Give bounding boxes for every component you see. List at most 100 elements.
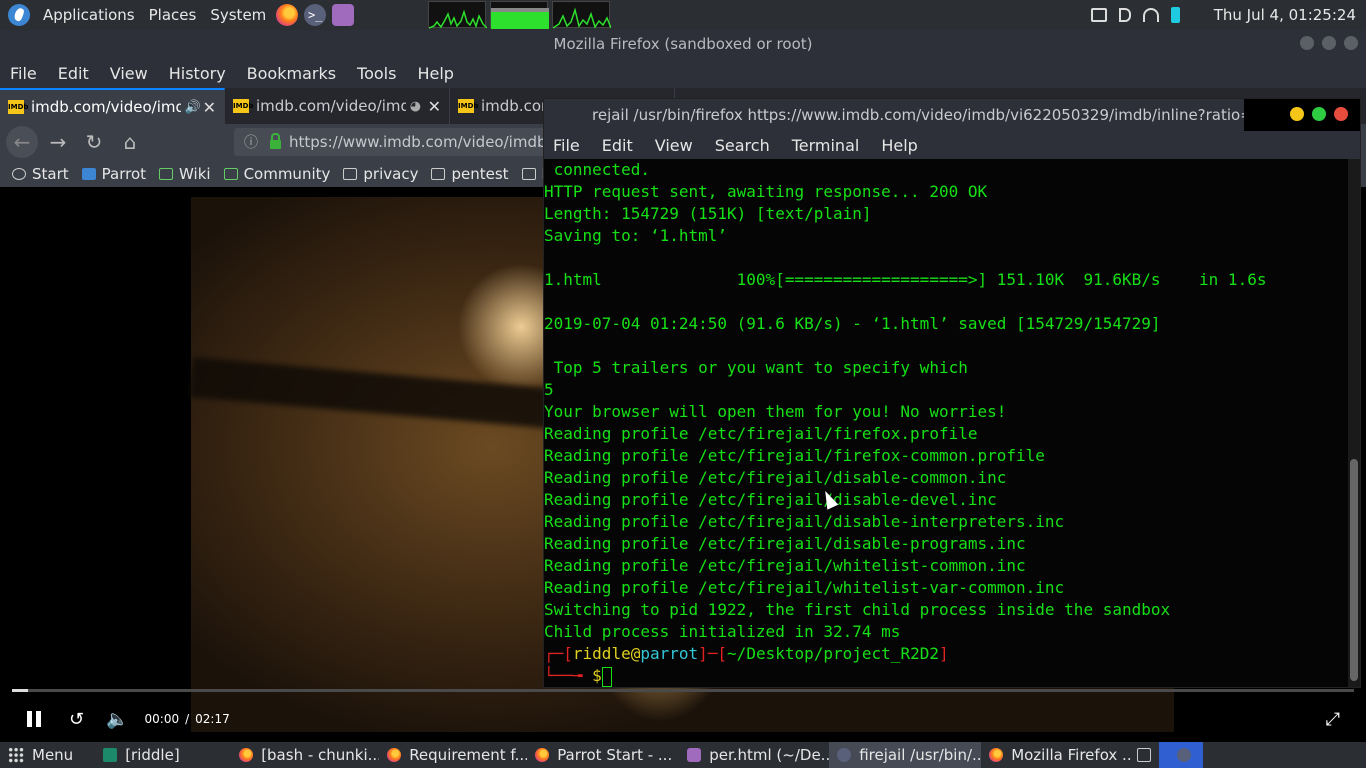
- taskbar-menu-button[interactable]: Menu: [0, 742, 81, 768]
- taskbar-item-parrot-start[interactable]: Parrot Start - ...: [527, 742, 679, 768]
- terminal-launcher-icon[interactable]: >_: [304, 4, 327, 26]
- folder-icon: [343, 167, 358, 180]
- terminal-output[interactable]: connected. HTTP request sent, awaiting r…: [544, 159, 1350, 687]
- prompt-path: ~/Desktop/project_R2D2: [727, 644, 939, 663]
- prompt-user: riddle: [572, 644, 631, 663]
- terminal-cursor[interactable]: [601, 666, 612, 687]
- menu-edit[interactable]: Edit: [58, 64, 89, 83]
- firefox-launcher-icon[interactable]: [276, 4, 299, 26]
- places-menu[interactable]: Places: [142, 0, 204, 30]
- reload-button[interactable]: ↻: [78, 126, 110, 158]
- display-icon[interactable]: [1090, 8, 1107, 22]
- tab-title: imdb.com/video/imdb/vi622050329/imdb/inl…: [31, 98, 181, 116]
- minimize-button[interactable]: [1300, 36, 1314, 50]
- bookmark-folder-pentest[interactable]: pentest: [431, 165, 509, 183]
- info-icon[interactable]: ⓘ: [244, 132, 258, 152]
- wifi-icon[interactable]: [1142, 8, 1159, 22]
- terminal-line: connected.: [544, 160, 650, 179]
- imdb-favicon-icon: IMDb: [8, 100, 28, 114]
- text-editor-launcher-icon[interactable]: [332, 4, 355, 26]
- pause-button[interactable]: [27, 711, 41, 727]
- maximize-button[interactable]: [1322, 36, 1336, 50]
- speaker-icon[interactable]: 🔊: [185, 100, 201, 115]
- workspace-switcher[interactable]: [1133, 742, 1159, 768]
- terminal-scrollbar[interactable]: [1348, 159, 1360, 687]
- menu-bookmarks[interactable]: Bookmarks: [247, 64, 336, 83]
- taskbar-item-label: Parrot Start - ...: [557, 746, 673, 764]
- terminal-line: Child process initialized in 32.74 ms: [544, 622, 901, 641]
- terminal-menu-terminal[interactable]: Terminal: [792, 136, 860, 155]
- folder-icon: [103, 748, 118, 762]
- terminal-scroll-thumb[interactable]: [1350, 459, 1358, 681]
- workspace-active[interactable]: [1159, 742, 1204, 768]
- prompt-line: ┌─[riddle@parrot]─[~/Desktop/project_R2D…: [544, 644, 949, 663]
- terminal-maximize-button[interactable]: [1312, 107, 1326, 121]
- terminal-menu-help[interactable]: Help: [881, 136, 917, 155]
- terminal-menu-search[interactable]: Search: [715, 136, 770, 155]
- back-button[interactable]: ←: [6, 126, 38, 158]
- video-controls: ↺ 🔈 00:00 / 02:17 ⤢: [0, 705, 1366, 732]
- bookmark-wiki[interactable]: Wiki: [159, 165, 211, 183]
- terminal-menu-edit[interactable]: Edit: [602, 136, 633, 155]
- replay-10-icon[interactable]: ↺: [69, 709, 84, 730]
- close-button[interactable]: [1344, 36, 1358, 50]
- terminal-line: Reading profile /etc/firejail/whitelist-…: [544, 578, 1065, 597]
- bookmark-start[interactable]: Start: [12, 165, 69, 183]
- parrot-logo-icon[interactable]: [8, 4, 30, 26]
- taskbar-item-riddle[interactable]: [riddle]: [81, 742, 231, 768]
- menu-help[interactable]: Help: [417, 64, 453, 83]
- volume-button[interactable]: 🔈: [106, 709, 128, 730]
- prompt-symbol: $: [592, 666, 602, 685]
- taskbar-item-firefox[interactable]: Mozilla Firefox ...: [981, 742, 1133, 768]
- clock[interactable]: Thu Jul 4, 01:25:24: [1214, 6, 1356, 24]
- forward-button[interactable]: →: [42, 126, 74, 158]
- taskbar-item-label: per.html (~/De...: [709, 746, 830, 764]
- terminal-menu-file[interactable]: File: [553, 136, 580, 155]
- home-button[interactable]: ⌂: [114, 126, 146, 158]
- menu-history[interactable]: History: [169, 64, 226, 83]
- terminal-window[interactable]: rejail /usr/bin/firefox https://www.imdb…: [543, 98, 1361, 688]
- taskbar-item-requirement[interactable]: Requirement f...: [379, 742, 527, 768]
- taskbar-item-bash[interactable]: [bash - chunki...: [231, 742, 379, 768]
- bookmark-label: Community: [243, 164, 331, 183]
- taskbar-item-label: [riddle]: [125, 746, 180, 764]
- terminal-line: 1.html 100%[===================>] 151.10…: [544, 270, 1267, 289]
- tab-close-icon[interactable]: ✕: [203, 98, 216, 117]
- terminal-minimize-button[interactable]: [1290, 107, 1304, 121]
- firefox-icon: [535, 748, 550, 762]
- prompt-host: parrot: [640, 644, 699, 663]
- menu-file[interactable]: File: [10, 64, 37, 83]
- terminal-close-button[interactable]: [1334, 107, 1348, 121]
- bookmark-parrot[interactable]: Parrot: [81, 165, 146, 183]
- terminal-line: Saving to: ‘1.html’: [544, 226, 728, 245]
- bottom-taskbar: Menu [riddle] [bash - chunki... Requirem…: [0, 742, 1366, 768]
- menu-view[interactable]: View: [110, 64, 148, 83]
- imdb-favicon-icon: IMDb: [233, 99, 253, 113]
- fullscreen-button[interactable]: ⤢: [1326, 709, 1340, 730]
- lock-icon[interactable]: [270, 132, 281, 149]
- imdb-favicon-icon: IMDb: [458, 99, 478, 113]
- grid-menu-icon: [8, 747, 24, 763]
- workspace-icon: [1137, 748, 1152, 762]
- bookmark-folder-privacy[interactable]: privacy: [343, 165, 418, 183]
- taskbar-item-firejail[interactable]: firejail /usr/bin/...: [829, 742, 982, 768]
- tab-close-icon[interactable]: ✕: [428, 97, 441, 116]
- terminal-menu-view[interactable]: View: [655, 136, 693, 155]
- play-icon[interactable]: ◕: [410, 99, 424, 114]
- duration: 02:17: [195, 712, 230, 726]
- bookmark-community[interactable]: Community: [223, 164, 331, 183]
- prompt-input-line[interactable]: └──╼ $: [544, 665, 1350, 687]
- applications-menu[interactable]: Applications: [36, 0, 142, 30]
- volume-icon[interactable]: [1118, 8, 1131, 22]
- menu-tools[interactable]: Tools: [357, 64, 396, 83]
- tab-imdb-1[interactable]: IMDb imdb.com/video/imdb/vi622050329/imd…: [0, 88, 225, 124]
- terminal-line: Your browser will open them for you! No …: [544, 402, 1007, 421]
- taskbar-item-per-html[interactable]: per.html (~/De...: [679, 742, 829, 768]
- video-progress-bar[interactable]: [12, 689, 1354, 692]
- url-text[interactable]: https://www.imdb.com/video/imdb/: [289, 133, 552, 151]
- battery-icon[interactable]: [1170, 7, 1180, 23]
- firefox-icon: [989, 748, 1004, 762]
- tab-imdb-2[interactable]: IMDb imdb.com/video/imdb/vi ◕ ✕: [225, 88, 450, 124]
- system-menu[interactable]: System: [203, 0, 273, 30]
- terminal-line: 5: [544, 380, 554, 399]
